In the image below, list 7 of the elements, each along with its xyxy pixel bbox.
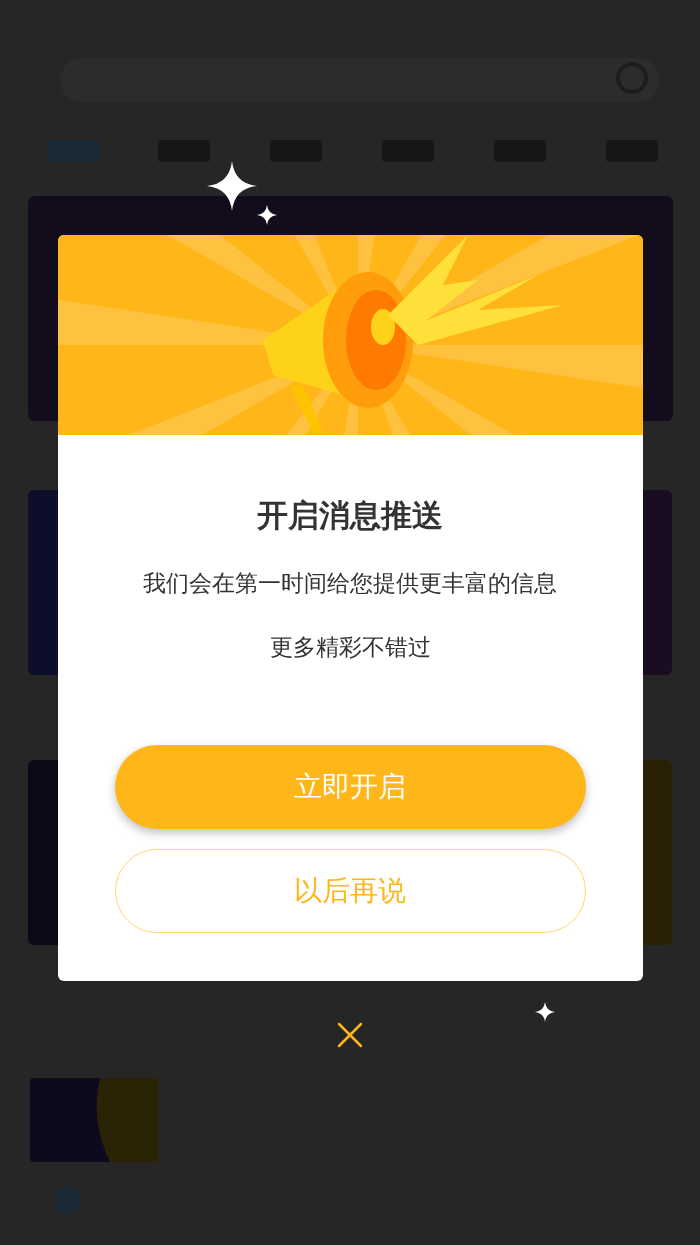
dialog-title: 开启消息推送 bbox=[257, 496, 443, 535]
enable-button[interactable]: 立即开启 bbox=[114, 745, 586, 829]
later-button[interactable]: 以后再说 bbox=[114, 849, 586, 933]
message-text: 我们会在第一时间给您提供更丰富的信息 bbox=[143, 569, 557, 598]
message-text: 更多精彩不错过 bbox=[269, 633, 431, 662]
sparkle-icon bbox=[535, 1002, 555, 1022]
close-icon[interactable] bbox=[336, 1021, 364, 1049]
